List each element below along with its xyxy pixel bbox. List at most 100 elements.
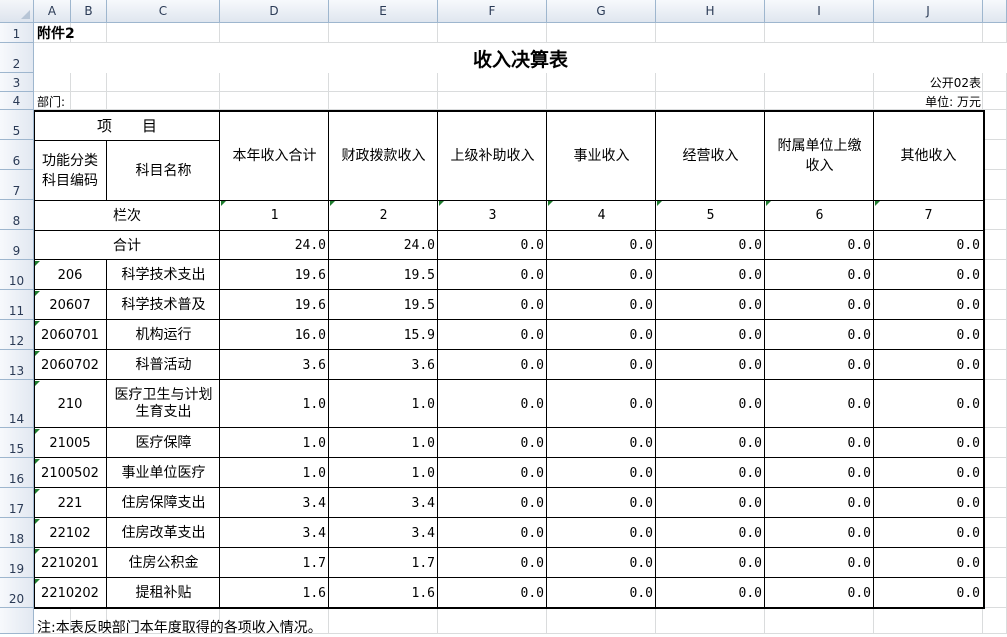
value-cell[interactable]: 0.0	[874, 350, 983, 380]
row-header-14[interactable]: 14	[0, 380, 34, 428]
value-cell[interactable]: 0.0	[765, 230, 874, 260]
value-cell[interactable]: 0.0	[656, 320, 765, 350]
total-label-cell[interactable]: 合计	[34, 230, 220, 260]
value-cell[interactable]: 0.0	[438, 458, 547, 488]
value-cell[interactable]: 0.0	[547, 548, 656, 578]
select-all-corner[interactable]	[0, 0, 34, 23]
value-cell[interactable]: 0.0	[765, 380, 874, 428]
value-cell[interactable]: 0.0	[547, 518, 656, 548]
value-cell[interactable]: 0.0	[438, 230, 547, 260]
value-cell[interactable]: 0.0	[656, 260, 765, 290]
row-header-5[interactable]: 5	[0, 110, 34, 140]
row-header-15[interactable]: 15	[0, 428, 34, 458]
code-cell[interactable]: 210	[34, 380, 106, 428]
department-label[interactable]: 部门:	[37, 92, 137, 110]
value-cell[interactable]: 0.0	[547, 428, 656, 458]
column-header-e[interactable]: E	[329, 0, 438, 23]
value-cell[interactable]: 1.7	[220, 548, 329, 578]
header-affiliated[interactable]: 附属单位上缴收入	[765, 110, 874, 200]
code-cell[interactable]: 2210201	[34, 548, 106, 578]
value-cell[interactable]: 0.0	[874, 578, 983, 608]
column-header-g[interactable]: G	[547, 0, 656, 23]
column-index-cell[interactable]: 2	[329, 200, 438, 230]
value-cell[interactable]: 1.0	[220, 458, 329, 488]
name-cell[interactable]: 住房保障支出	[107, 488, 220, 518]
name-cell[interactable]: 医疗保障	[107, 428, 220, 458]
value-cell[interactable]: 1.0	[220, 428, 329, 458]
row-header-6[interactable]: 6	[0, 140, 34, 170]
value-cell[interactable]: 0.0	[656, 578, 765, 608]
value-cell[interactable]: 0.0	[874, 260, 983, 290]
value-cell[interactable]: 0.0	[656, 548, 765, 578]
value-cell[interactable]: 0.0	[656, 458, 765, 488]
column-index-cell[interactable]: 5	[656, 200, 765, 230]
name-cell[interactable]: 机构运行	[107, 320, 220, 350]
value-cell[interactable]: 0.0	[547, 230, 656, 260]
value-cell[interactable]: 24.0	[220, 230, 329, 260]
code-cell[interactable]: 221	[34, 488, 106, 518]
value-cell[interactable]: 0.0	[656, 518, 765, 548]
column-header-f[interactable]: F	[438, 0, 547, 23]
row-header-7[interactable]: 7	[0, 170, 34, 200]
name-cell[interactable]: 住房改革支出	[107, 518, 220, 548]
value-cell[interactable]: 0.0	[874, 380, 983, 428]
value-cell[interactable]: 0.0	[656, 488, 765, 518]
row-header-13[interactable]: 13	[0, 350, 34, 380]
code-cell[interactable]: 2060701	[34, 320, 106, 350]
value-cell[interactable]: 1.6	[220, 578, 329, 608]
value-cell[interactable]: 0.0	[765, 518, 874, 548]
row-header-20[interactable]: 20	[0, 578, 34, 608]
row-header-4[interactable]: 4	[0, 92, 34, 110]
column-header-i[interactable]: I	[765, 0, 874, 23]
value-cell[interactable]: 0.0	[874, 488, 983, 518]
value-cell[interactable]: 16.0	[220, 320, 329, 350]
value-cell[interactable]: 0.0	[438, 350, 547, 380]
row-header-3[interactable]: 3	[0, 73, 34, 92]
value-cell[interactable]: 0.0	[765, 458, 874, 488]
value-cell[interactable]: 0.0	[656, 230, 765, 260]
value-cell[interactable]: 0.0	[438, 428, 547, 458]
code-cell[interactable]: 21005	[34, 428, 106, 458]
value-cell[interactable]: 0.0	[765, 578, 874, 608]
value-cell[interactable]: 0.0	[438, 290, 547, 320]
attachment-label[interactable]: 附件2	[37, 23, 107, 43]
column-index-cell[interactable]: 3	[438, 200, 547, 230]
value-cell[interactable]: 0.0	[765, 548, 874, 578]
column-header-b[interactable]: B	[71, 0, 107, 23]
value-cell[interactable]: 3.6	[220, 350, 329, 380]
column-header-j[interactable]: J	[874, 0, 983, 23]
value-cell[interactable]: 19.5	[329, 290, 438, 320]
name-cell[interactable]: 科学技术普及	[107, 290, 220, 320]
value-cell[interactable]: 0.0	[656, 380, 765, 428]
header-superior[interactable]: 上级补助收入	[438, 110, 547, 200]
value-cell[interactable]: 0.0	[438, 320, 547, 350]
row-header-18[interactable]: 18	[0, 518, 34, 548]
column-index-cell[interactable]: 7	[874, 200, 983, 230]
value-cell[interactable]: 0.0	[874, 518, 983, 548]
value-cell[interactable]: 0.0	[765, 428, 874, 458]
value-cell[interactable]: 1.0	[220, 380, 329, 428]
row-header-19[interactable]: 19	[0, 548, 34, 578]
name-cell[interactable]: 住房公积金	[107, 548, 220, 578]
value-cell[interactable]: 0.0	[874, 320, 983, 350]
row-header-9[interactable]: 9	[0, 230, 34, 260]
value-cell[interactable]: 0.0	[547, 320, 656, 350]
value-cell[interactable]: 0.0	[547, 488, 656, 518]
value-cell[interactable]: 1.0	[329, 380, 438, 428]
value-cell[interactable]: 0.0	[874, 290, 983, 320]
value-cell[interactable]: 0.0	[547, 458, 656, 488]
value-cell[interactable]: 19.6	[220, 290, 329, 320]
value-cell[interactable]: 0.0	[874, 428, 983, 458]
unit-label[interactable]: 单位: 万元	[820, 92, 984, 110]
value-cell[interactable]: 1.6	[329, 578, 438, 608]
row-header-17[interactable]: 17	[0, 488, 34, 518]
value-cell[interactable]: 0.0	[765, 350, 874, 380]
column-index-cell[interactable]: 1	[220, 200, 329, 230]
value-cell[interactable]: 0.0	[547, 260, 656, 290]
value-cell[interactable]: 0.0	[874, 548, 983, 578]
value-cell[interactable]: 0.0	[656, 428, 765, 458]
value-cell[interactable]: 0.0	[547, 380, 656, 428]
value-cell[interactable]: 15.9	[329, 320, 438, 350]
value-cell[interactable]: 0.0	[874, 230, 983, 260]
value-cell[interactable]: 3.4	[329, 488, 438, 518]
